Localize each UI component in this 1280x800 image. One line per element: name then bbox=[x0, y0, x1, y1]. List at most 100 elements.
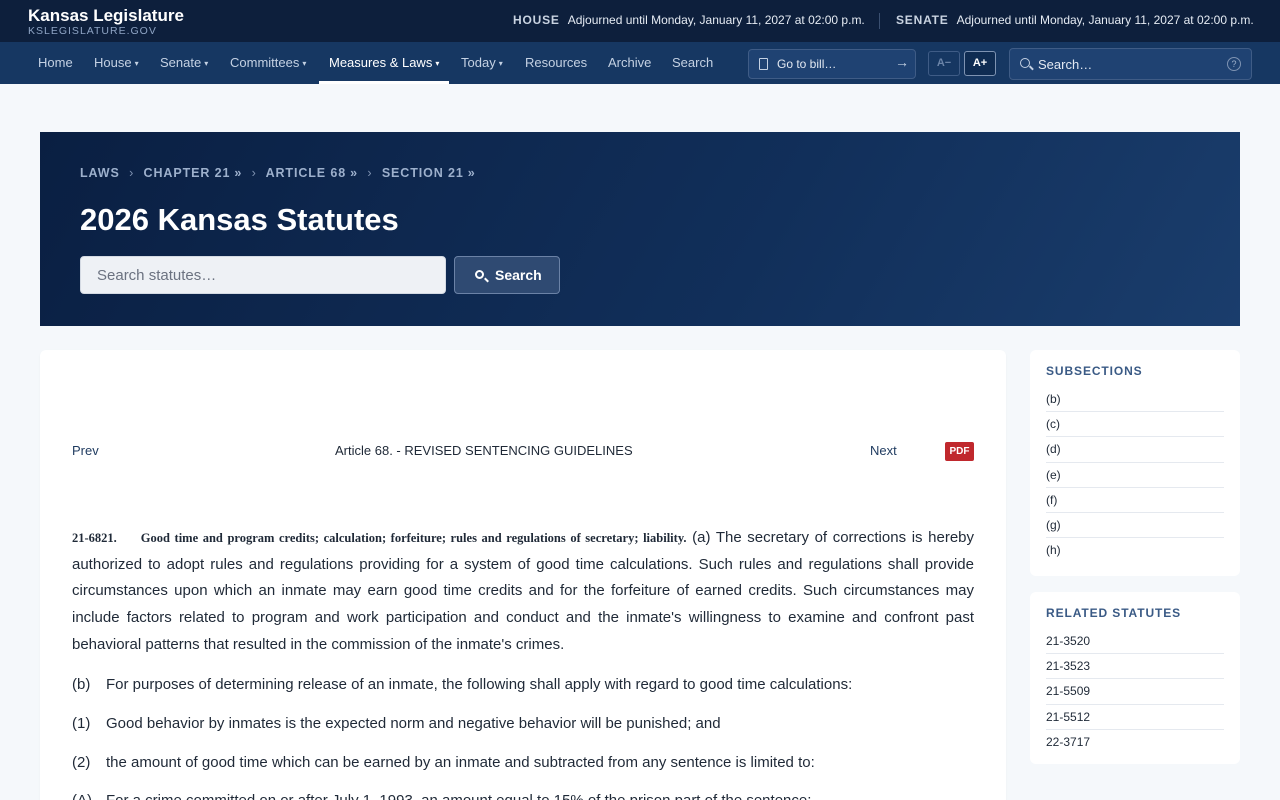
statute-caption: Good time and program credits; calculati… bbox=[140, 531, 687, 545]
nav-item-label: Committees bbox=[230, 55, 300, 70]
subsection-link[interactable]: (d) bbox=[1046, 437, 1224, 463]
nav-item-label: Measures & Laws bbox=[329, 55, 433, 70]
site-brand[interactable]: Kansas Legislature KSLEGISLATURE.GOV bbox=[28, 6, 184, 38]
statute-paragraph: (b) For purposes of determining release o… bbox=[72, 676, 852, 693]
statute-intro-text: (a) The secretary of corrections is here… bbox=[72, 529, 975, 653]
next-link[interactable]: Next bbox=[870, 443, 897, 458]
page-title: 2026 Kansas Statutes bbox=[80, 202, 399, 237]
site-subtitle: KSLEGISLATURE.GOV bbox=[28, 25, 157, 37]
subsection-link[interactable]: (c) bbox=[1046, 412, 1224, 438]
breadcrumb-chevron: » bbox=[234, 166, 243, 180]
statute-search-button-label: Search bbox=[495, 267, 542, 283]
breadcrumb-chapter[interactable]: CHAPTER 21 bbox=[144, 166, 231, 180]
paragraph-tag: (1) bbox=[72, 715, 91, 732]
chevron-down-icon: ▾ bbox=[134, 59, 139, 68]
nav-item-committees[interactable]: Committees ▾ bbox=[230, 42, 306, 84]
paragraph-text: For purposes of determining release of a… bbox=[106, 676, 853, 693]
paragraph-tag: (b) bbox=[72, 676, 91, 693]
status-divider bbox=[879, 13, 880, 29]
senate-status-label: SENATE bbox=[896, 13, 949, 27]
house-status-label: HOUSE bbox=[513, 13, 560, 27]
nav-item-home[interactable]: Home bbox=[38, 42, 73, 84]
nav-item-label: Today bbox=[461, 55, 496, 70]
related-statutes-list: 21-3520 21-3523 21-5509 21-5512 22-3717 bbox=[1046, 629, 1224, 755]
nav-item-label: Resources bbox=[525, 55, 588, 70]
subsection-link[interactable]: (f) bbox=[1046, 488, 1224, 513]
chevron-down-icon: ▾ bbox=[498, 59, 503, 68]
breadcrumb-chevron: » bbox=[467, 166, 476, 180]
font-larger-button[interactable]: A+ bbox=[964, 51, 996, 76]
paragraph-text: the amount of good time which can be ear… bbox=[106, 754, 815, 771]
related-statute-link[interactable]: 22-3717 bbox=[1046, 730, 1224, 755]
related-statute-link[interactable]: 21-5509 bbox=[1046, 679, 1224, 705]
senate-status: SENATE Adjourned until Monday, January 11… bbox=[896, 13, 1254, 27]
paragraph-text: Good behavior by inmates is the expected… bbox=[106, 715, 721, 732]
search-icon bbox=[1020, 58, 1030, 68]
document-icon bbox=[759, 58, 768, 70]
subsections-panel: SUBSECTIONS (b) (c) (d) (e) (f) (g) (h) bbox=[1030, 350, 1240, 576]
nav-item-label: Search bbox=[672, 55, 714, 70]
statute-paragraph: (2) the amount of good time which can be … bbox=[72, 754, 815, 771]
site-title[interactable]: Kansas Legislature bbox=[28, 6, 184, 25]
statute-intro: 21-6821. Good time and program credits; c… bbox=[72, 525, 974, 659]
subsection-link[interactable]: (e) bbox=[1046, 463, 1224, 488]
statute-search-button[interactable]: Search bbox=[454, 256, 560, 294]
statute-search-input[interactable] bbox=[80, 256, 446, 294]
nav-item-label: Home bbox=[38, 55, 73, 70]
related-statutes-title: RELATED STATUTES bbox=[1046, 606, 1182, 620]
paragraph-text: For a crime committed on or after July 1… bbox=[106, 792, 811, 800]
subsection-link[interactable]: (h) bbox=[1046, 538, 1224, 563]
statute-content: Prev Article 68. - REVISED SENTENCING GU… bbox=[40, 350, 1006, 800]
subsection-link[interactable]: (g) bbox=[1046, 513, 1224, 539]
go-to-bill-placeholder: Go to bill… bbox=[777, 57, 837, 71]
paragraph-tag: (2) bbox=[72, 754, 91, 771]
breadcrumb-separator: › bbox=[129, 166, 135, 180]
house-status-text: Adjourned until Monday, January 11, 2027… bbox=[567, 13, 865, 27]
site-search-input[interactable]: Search… ? bbox=[1009, 48, 1252, 80]
breadcrumb-section[interactable]: SECTION 21 bbox=[382, 166, 464, 180]
paragraph-tag: (A) bbox=[72, 792, 106, 800]
breadcrumb-laws[interactable]: LAWS bbox=[80, 166, 120, 180]
house-status: HOUSE Adjourned until Monday, January 11,… bbox=[513, 13, 865, 27]
search-icon bbox=[475, 270, 484, 279]
prev-link[interactable]: Prev bbox=[72, 443, 99, 458]
nav-item-measures-laws[interactable]: Measures & Laws ▾ bbox=[318, 42, 450, 84]
breadcrumb-separator: › bbox=[367, 166, 373, 180]
chevron-down-icon: ▾ bbox=[435, 59, 440, 68]
site-search-placeholder: Search… bbox=[1038, 57, 1093, 72]
chevron-down-icon: ▾ bbox=[302, 59, 307, 68]
nav-item-label: Archive bbox=[608, 55, 652, 70]
nav-item-house[interactable]: House ▾ bbox=[94, 42, 139, 84]
breadcrumb-separator: › bbox=[251, 166, 257, 180]
breadcrumb-article[interactable]: ARTICLE 68 bbox=[266, 166, 347, 180]
senate-status-text: Adjourned until Monday, January 11, 2027… bbox=[956, 13, 1254, 27]
breadcrumb-chevron: » bbox=[350, 166, 358, 180]
nav-item-search[interactable]: Search bbox=[672, 42, 713, 84]
related-statutes-panel: RELATED STATUTES 21-3520 21-3523 21-5509… bbox=[1030, 592, 1240, 764]
nav-item-senate[interactable]: Senate ▾ bbox=[160, 42, 208, 84]
pdf-button[interactable]: PDF bbox=[945, 442, 974, 461]
nav-item-label: Senate bbox=[160, 55, 202, 70]
arrow-right-icon[interactable]: → bbox=[895, 54, 909, 70]
subsection-link[interactable]: (b) bbox=[1046, 387, 1224, 413]
go-to-bill-input[interactable]: Go to bill… → bbox=[748, 49, 916, 79]
font-smaller-button[interactable]: A− bbox=[928, 51, 960, 76]
breadcrumb: LAWS › CHAPTER 21» › ARTICLE 68» › SECTI… bbox=[80, 166, 476, 180]
chevron-down-icon: ▾ bbox=[204, 59, 209, 68]
statute-paragraph: (1) Good behavior by inmates is the expec… bbox=[72, 715, 721, 732]
nav-item-today[interactable]: Today ▾ bbox=[461, 42, 503, 84]
statute-paragraph: (A)For a crime committed on or after Jul… bbox=[72, 792, 811, 800]
nav-item-resources[interactable]: Resources bbox=[525, 42, 587, 84]
statute-hero: LAWS › CHAPTER 21» › ARTICLE 68» › SECTI… bbox=[40, 132, 1240, 326]
related-statute-link[interactable]: 21-5512 bbox=[1046, 705, 1224, 730]
top-bar: Kansas Legislature KSLEGISLATURE.GOV HOU… bbox=[0, 0, 1280, 42]
nav-item-label: House bbox=[94, 55, 132, 70]
subsections-list: (b) (c) (d) (e) (f) (g) (h) bbox=[1046, 387, 1224, 563]
nav-item-archive[interactable]: Archive bbox=[608, 42, 651, 84]
related-statute-link[interactable]: 21-3523 bbox=[1046, 654, 1224, 680]
article-title: Article 68. - REVISED SENTENCING GUIDELI… bbox=[335, 443, 633, 458]
statute-number: 21-6821. bbox=[72, 531, 117, 545]
help-icon[interactable]: ? bbox=[1227, 57, 1241, 71]
related-statute-link[interactable]: 21-3520 bbox=[1046, 629, 1224, 655]
subsections-title: SUBSECTIONS bbox=[1046, 364, 1143, 378]
